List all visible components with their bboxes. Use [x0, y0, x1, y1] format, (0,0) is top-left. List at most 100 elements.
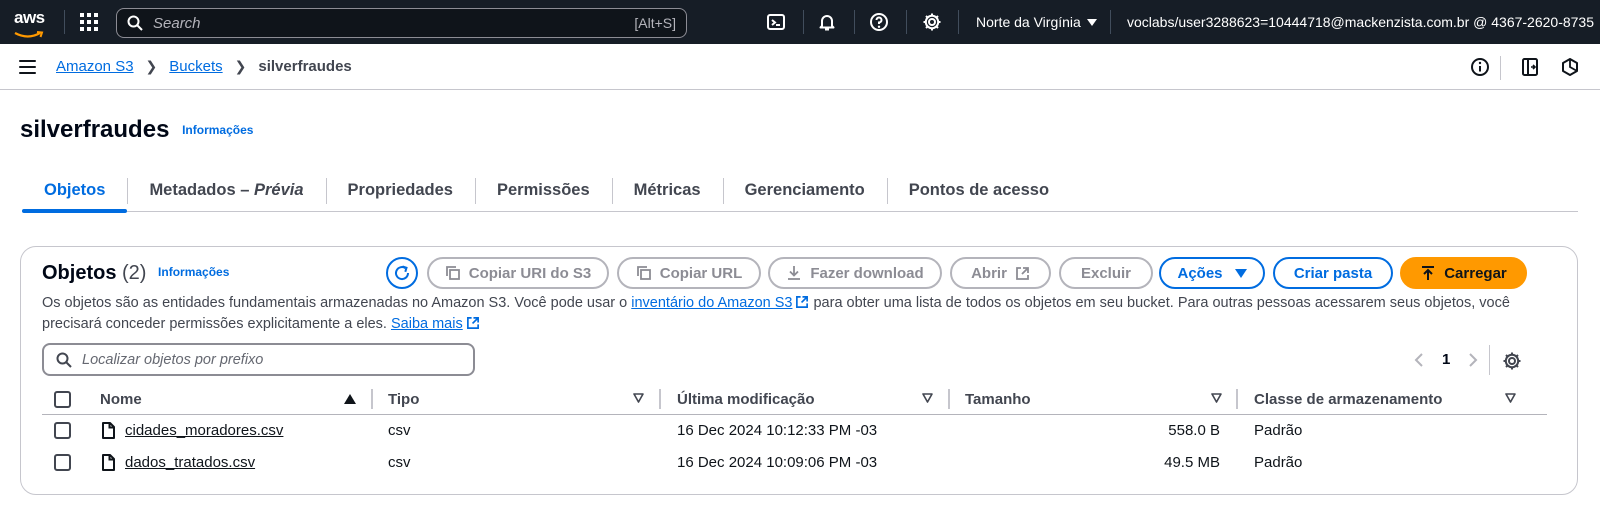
file-icon — [102, 422, 115, 439]
tab-metadados[interactable]: Metadados – Prévia — [127, 168, 325, 212]
object-storage-class: Padrão — [1254, 454, 1303, 471]
services-menu-icon[interactable] — [80, 13, 98, 31]
tab-label-preview: Prévia — [253, 180, 304, 199]
search-shortcut: [Alt+S] — [634, 15, 676, 31]
column-resizer[interactable] — [371, 389, 373, 409]
copy-icon — [636, 266, 651, 280]
caret-down-icon — [1234, 268, 1247, 278]
column-resizer[interactable] — [1236, 389, 1238, 409]
tab-pontos-de-acesso[interactable]: Pontos de acesso — [886, 168, 1071, 212]
object-type: csv — [388, 454, 411, 471]
refresh-button[interactable] — [386, 257, 418, 289]
account-label: voclabs/user3288623=10444718@mackenzista… — [1127, 14, 1595, 30]
tab-propriedades[interactable]: Propriedades — [325, 168, 475, 212]
object-name-link[interactable]: cidades_moradores.csv — [125, 422, 283, 439]
sort-icon[interactable] — [633, 393, 644, 403]
table-header: Nome Tipo Última modificação Tamanho Cla… — [42, 384, 1547, 415]
tab-metricas[interactable]: Métricas — [611, 168, 723, 212]
pagination: 1 — [1414, 351, 1478, 368]
row-checkbox[interactable] — [54, 454, 71, 471]
help-icon[interactable] — [869, 12, 889, 32]
actions-button[interactable]: Ações — [1159, 257, 1265, 289]
objects-panel: Objetos (2) Informações Copiar URI do S3… — [20, 246, 1578, 495]
file-icon — [102, 454, 115, 471]
menu-icon[interactable] — [19, 60, 36, 74]
settings-icon[interactable] — [1502, 351, 1522, 371]
divider — [854, 10, 855, 34]
sort-icon[interactable] — [922, 393, 933, 403]
delete-button[interactable]: Excluir — [1059, 257, 1153, 289]
external-link-icon — [1016, 266, 1029, 280]
sort-icon[interactable] — [1505, 393, 1516, 403]
divider — [906, 10, 907, 34]
copy-url-button[interactable]: Copiar URL — [617, 257, 761, 289]
tab-gerenciamento[interactable]: Gerenciamento — [722, 168, 887, 212]
tab-objetos[interactable]: Objetos — [22, 168, 128, 213]
global-search-input[interactable]: Search [Alt+S] — [116, 8, 687, 38]
account-menu[interactable]: voclabs/user3288623=10444718@mackenzista… — [1127, 14, 1600, 30]
prefix-search-input[interactable]: Localizar objetos por prefixo — [42, 343, 475, 376]
breadcrumb-amazon-s3[interactable]: Amazon S3 — [56, 58, 134, 75]
objects-heading: Objetos (2) Informações — [42, 262, 229, 285]
column-resizer[interactable] — [659, 389, 661, 409]
column-header-type[interactable]: Tipo — [388, 391, 419, 408]
hexagon-icon[interactable] — [1560, 57, 1580, 77]
column-header-modified[interactable]: Última modificação — [677, 391, 815, 408]
column-header-name[interactable]: Nome — [100, 391, 142, 408]
sort-icon[interactable] — [1211, 393, 1222, 403]
cloudshell-icon[interactable] — [766, 12, 786, 32]
chevron-right-icon: ❯ — [145, 58, 158, 74]
tab-label: Métricas — [633, 180, 701, 199]
inventory-link[interactable]: inventário do Amazon S3 — [631, 295, 792, 311]
tab-permissoes[interactable]: Permissões — [474, 168, 612, 212]
learn-more-link[interactable]: Saiba mais — [391, 316, 463, 332]
objects-count: (2) — [122, 262, 147, 284]
page-number[interactable]: 1 — [1442, 351, 1450, 368]
info-link[interactable]: Informações — [182, 123, 253, 137]
table-row[interactable]: cidades_moradores.csv csv 16 Dec 2024 10… — [42, 415, 1547, 447]
info-link[interactable]: Informações — [158, 265, 229, 279]
info-icon[interactable] — [1470, 57, 1490, 77]
table-row[interactable]: dados_tratados.csv csv 16 Dec 2024 10:09… — [42, 447, 1547, 479]
column-resizer[interactable] — [948, 389, 950, 409]
chevron-right-icon[interactable] — [1468, 352, 1478, 368]
select-all-checkbox[interactable] — [54, 391, 71, 408]
external-link-icon — [796, 296, 809, 308]
tab-label: Objetos — [44, 180, 106, 199]
breadcrumb-bar: Amazon S3 ❯ Buckets ❯ silverfraudes — [0, 44, 1600, 90]
bell-icon[interactable] — [817, 12, 837, 32]
chevron-left-icon[interactable] — [1414, 352, 1424, 368]
search-icon — [127, 15, 143, 31]
object-name-link[interactable]: dados_tratados.csv — [125, 454, 255, 471]
refresh-icon — [395, 265, 410, 281]
settings-icon[interactable] — [922, 12, 942, 32]
download-icon — [788, 266, 801, 280]
objects-description: Os objetos são as entidades fundamentais… — [42, 293, 1542, 335]
tab-label: Metadados – — [149, 180, 254, 199]
divider — [958, 10, 959, 34]
download-button[interactable]: Fazer download — [768, 257, 942, 289]
breadcrumb-buckets[interactable]: Buckets — [169, 58, 222, 75]
button-label: Excluir — [1080, 264, 1132, 282]
top-navigation: aws Search [Alt+S] Norte da Virgínia voc… — [0, 0, 1600, 44]
object-storage-class: Padrão — [1254, 422, 1303, 439]
create-folder-button[interactable]: Criar pasta — [1273, 257, 1393, 289]
tab-label: Permissões — [496, 180, 590, 199]
open-button[interactable]: Abrir — [950, 257, 1051, 289]
prefix-search-placeholder: Localizar objetos por prefixo — [82, 351, 264, 368]
button-label: Abrir — [971, 264, 1007, 282]
button-label: Copiar URI do S3 — [468, 264, 592, 282]
aws-logo[interactable]: aws — [14, 9, 48, 38]
search-placeholder: Search — [153, 14, 201, 32]
page-title: silverfraudes Informações — [20, 116, 253, 144]
divider — [1500, 56, 1501, 80]
panel-toggle-icon[interactable] — [1520, 57, 1540, 77]
aws-smile-icon — [14, 31, 44, 38]
sort-ascending-icon[interactable] — [344, 394, 356, 404]
column-header-storage-class[interactable]: Classe de armazenamento — [1254, 391, 1442, 408]
row-checkbox[interactable] — [54, 422, 71, 439]
column-header-size[interactable]: Tamanho — [965, 391, 1031, 408]
upload-button[interactable]: Carregar — [1400, 257, 1527, 289]
region-selector[interactable]: Norte da Virgínia — [976, 14, 1097, 30]
copy-s3-uri-button[interactable]: Copiar URI do S3 — [427, 257, 609, 289]
